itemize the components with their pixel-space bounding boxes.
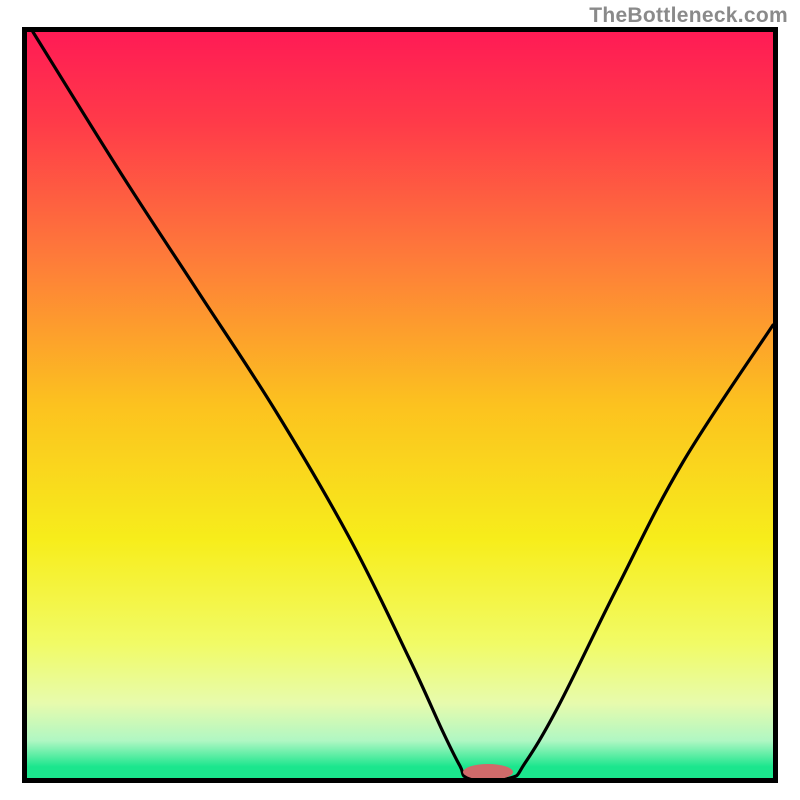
chart-frame (22, 27, 778, 783)
canvas: TheBottleneck.com (0, 0, 800, 800)
watermark-text: TheBottleneck.com (589, 4, 788, 28)
gradient-fill (27, 32, 773, 778)
bottleneck-chart (27, 32, 773, 778)
